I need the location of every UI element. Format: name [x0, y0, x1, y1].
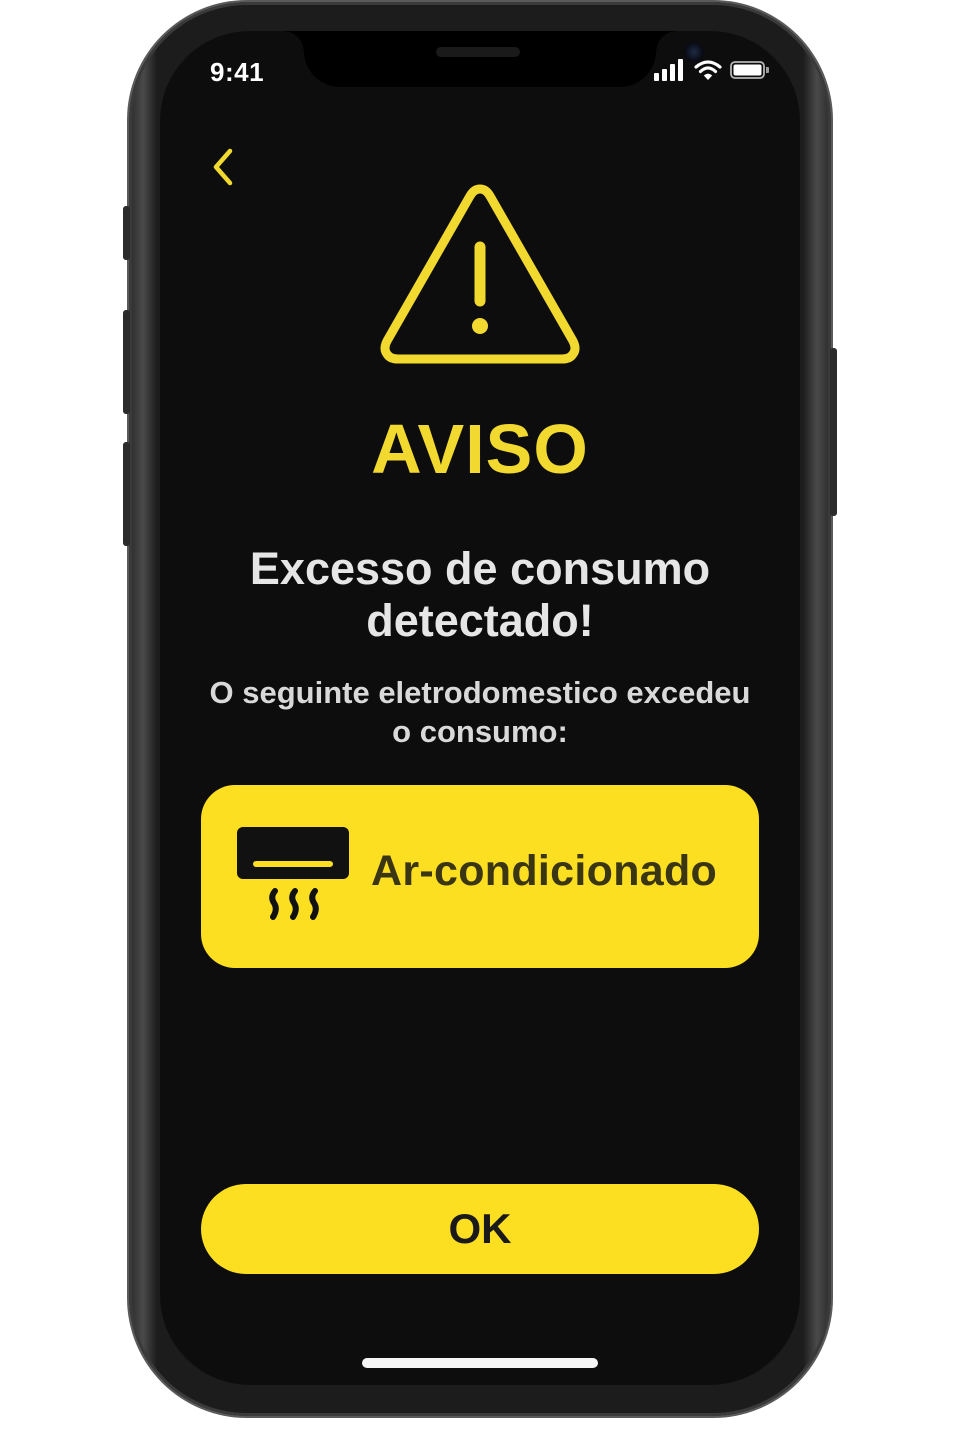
alert-message: O seguinte eletrodomestico excedeu o con…	[209, 675, 751, 749]
back-button[interactable]	[204, 147, 244, 187]
app-screen: 9:41 AVISO Excesso de consumo detectado!…	[160, 31, 800, 1385]
status-icons	[654, 59, 770, 86]
volume-up-button	[123, 310, 130, 414]
home-indicator[interactable]	[362, 1358, 598, 1368]
alert-headline: Excesso de consumo detectado!	[249, 543, 711, 646]
ok-button[interactable]: OK	[201, 1184, 759, 1274]
status-time: 9:41	[210, 57, 265, 87]
speaker-grille	[436, 47, 520, 57]
battery-icon	[730, 60, 770, 85]
silent-switch	[123, 206, 130, 260]
air-conditioner-icon	[237, 827, 349, 925]
alert-title: AVISO	[371, 410, 589, 488]
cellular-signal-icon	[654, 59, 686, 86]
power-button	[830, 348, 837, 516]
warning-triangle-icon	[380, 181, 580, 365]
appliance-card: Ar-condicionado	[201, 785, 759, 968]
chevron-left-icon	[213, 148, 233, 186]
wifi-icon	[694, 59, 722, 86]
appliance-name: Ar-condicionado	[371, 847, 718, 895]
notch	[284, 31, 704, 87]
volume-down-button	[123, 442, 130, 546]
